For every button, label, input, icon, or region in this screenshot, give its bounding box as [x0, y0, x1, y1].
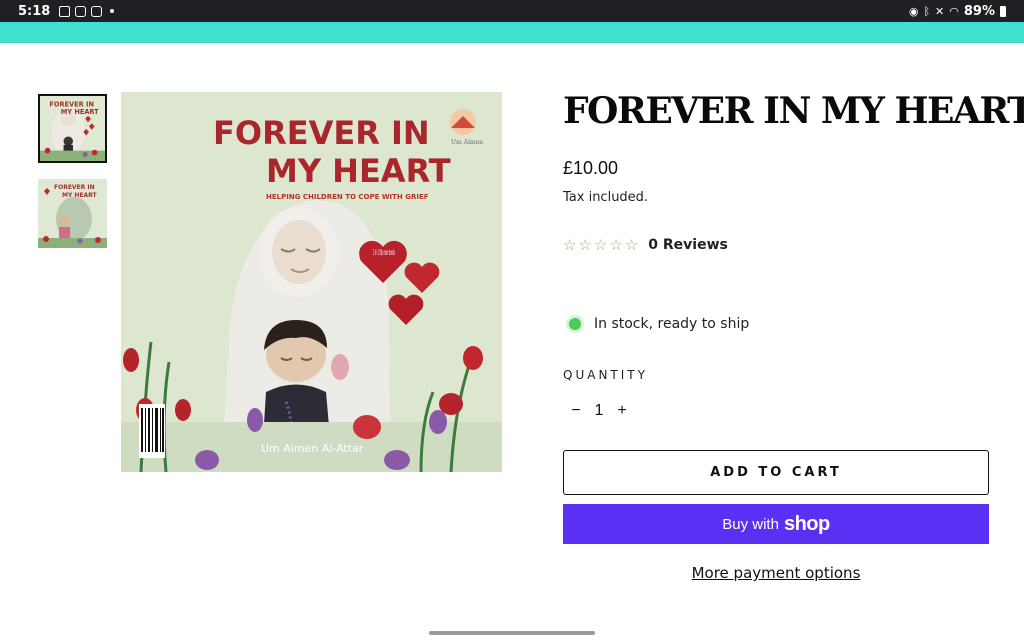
star-outline-icon: ☆	[563, 237, 577, 254]
shop-pay-button[interactable]: Buy with shop	[563, 504, 989, 544]
instagram-icon	[91, 5, 103, 17]
alarm-icon: ◉	[908, 4, 919, 18]
thumbnail-list: FOREVER IN MY HEART FOREVER IN MY HEART	[38, 94, 107, 264]
quantity-label: QUANTITY	[563, 368, 648, 382]
publisher-logo-text: Um Aimen	[451, 139, 483, 146]
status-bar-right: ◉ ᛒ ✕ ◠ 89%	[909, 4, 1006, 19]
cover-title-line2: MY HEART	[266, 152, 451, 190]
cover-thumbnail-image: FOREVER IN MY HEART	[40, 96, 105, 161]
more-payment-options-link[interactable]: More payment options	[563, 564, 989, 582]
home-indicator[interactable]	[429, 631, 595, 635]
quantity-increase-button[interactable]: +	[609, 402, 635, 420]
thumb-title-line2: MY HEART	[61, 108, 99, 116]
reviews-count[interactable]: 0 Reviews	[648, 237, 728, 253]
cover-title-line1: FOREVER IN	[213, 114, 430, 152]
reviews-summary[interactable]: ☆ ☆ ☆ ☆ ☆ 0 Reviews	[563, 235, 989, 255]
in-stock-dot-icon	[569, 318, 581, 330]
star-outline-icon: ☆	[593, 237, 608, 254]
product-main-image[interactable]: 2 in 1 flip over books FOREVER IN MY HEA…	[121, 92, 502, 472]
product-info: FOREVER IN MY HEART £10.00 Tax included.…	[563, 90, 1024, 582]
buy-with-label: Buy with	[722, 515, 779, 533]
product-title: FOREVER IN MY HEART	[563, 90, 1024, 132]
thumb2-title-line1: FOREVER IN	[54, 184, 95, 191]
quantity-stepper: − 1 +	[563, 400, 635, 422]
star-outline-icon: ☆	[578, 237, 592, 254]
announcement-bar	[0, 22, 1024, 43]
wifi-icon: ◠	[949, 4, 959, 18]
dot-icon	[110, 9, 115, 13]
back-cover-thumbnail[interactable]: FOREVER IN MY HEART	[38, 179, 107, 248]
battery-icon	[1000, 5, 1006, 17]
tax-note: Tax included.	[563, 190, 649, 205]
stock-status-text: In stock, ready to ship	[594, 316, 750, 332]
cover-author: Um Aimen Al-Attar	[261, 442, 364, 455]
cover-badge-text: 2 in 1 flip over books	[373, 248, 395, 257]
add-to-cart-label: ADD TO CART	[710, 465, 842, 480]
add-to-cart-button[interactable]: ADD TO CART	[563, 450, 989, 495]
mute-icon: ✕	[935, 4, 945, 18]
shop-logo: shop	[783, 512, 830, 535]
cover-subtitle: HELPING CHILDREN TO COPE WITH GRIEF	[266, 193, 429, 201]
book-cover-illustration: 2 in 1 flip over books FOREVER IN MY HEA…	[121, 92, 502, 472]
quantity-decrease-button[interactable]: −	[563, 402, 589, 420]
back-cover-thumbnail-image: FOREVER IN MY HEART	[38, 179, 107, 248]
bluetooth-icon: ᛒ	[923, 4, 931, 18]
star-outline-icon: ☆	[624, 237, 639, 254]
stock-status: In stock, ready to ship	[563, 316, 749, 332]
status-bar-left: 5:18	[18, 3, 115, 19]
cover-thumbnail[interactable]: FOREVER IN MY HEART	[38, 94, 107, 163]
quantity-value[interactable]: 1	[589, 402, 609, 420]
battery-percent: 89%	[963, 3, 995, 19]
image-icon	[59, 5, 71, 17]
product-price: £10.00	[563, 158, 619, 178]
instagram-icon	[75, 5, 87, 17]
star-rating: ☆ ☆ ☆ ☆ ☆	[563, 236, 638, 254]
star-outline-icon: ☆	[609, 237, 623, 254]
status-time: 5:18	[18, 3, 51, 19]
thumb2-title-line2: MY HEART	[62, 192, 98, 199]
status-bar: 5:18 ◉ ᛒ ✕ ◠ 89%	[0, 0, 1024, 22]
